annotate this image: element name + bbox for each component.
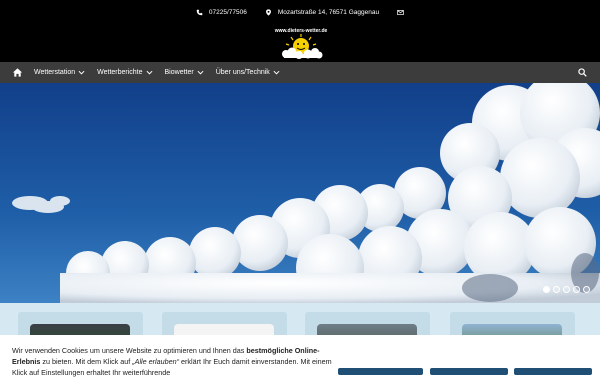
nav-item-label: Wetterstation	[34, 69, 76, 76]
slider-dot[interactable]	[553, 286, 560, 293]
chevron-down-icon	[273, 70, 280, 75]
slider-dot[interactable]	[583, 286, 590, 293]
nav-menu: Wetterstation Wetterberichte Biowetter Ü…	[34, 62, 280, 83]
hero-image-clouds	[0, 83, 600, 303]
phone-icon	[196, 9, 203, 16]
hero-slider[interactable]	[0, 83, 600, 303]
nav-item-wetterberichte[interactable]: Wetterberichte	[97, 69, 153, 76]
slider-pagination	[543, 286, 590, 293]
nav-item-ueber-uns[interactable]: Über uns/Technik	[216, 69, 280, 76]
cookie-button[interactable]	[514, 368, 592, 375]
main-navigation: Wetterstation Wetterberichte Biowetter Ü…	[0, 62, 600, 83]
top-bar: 07225/77506 Mozartstraße 14, 76571 Gagge…	[0, 0, 600, 62]
cookie-banner: Wir verwenden Cookies um unsere Website …	[0, 335, 600, 378]
home-icon[interactable]	[12, 67, 23, 78]
nav-item-wetterstation[interactable]: Wetterstation	[34, 69, 85, 76]
address[interactable]: Mozartstraße 14, 76571 Gaggenau	[278, 9, 379, 16]
chevron-down-icon	[197, 70, 204, 75]
cookie-text-italic: „Alle erlauben“	[132, 357, 180, 366]
nav-item-label: Wetterberichte	[97, 69, 143, 76]
site-logo[interactable]: www.dieters-wetter.de	[272, 28, 330, 60]
mail-icon[interactable]	[397, 9, 404, 16]
nav-item-label: Über uns/Technik	[215, 69, 270, 76]
chevron-down-icon	[78, 70, 85, 75]
cookie-button[interactable]	[430, 368, 508, 375]
chevron-down-icon	[146, 70, 153, 75]
slider-dot[interactable]	[543, 286, 550, 293]
contact-bar: 07225/77506 Mozartstraße 14, 76571 Gagge…	[0, 9, 600, 16]
map-pin-icon	[265, 9, 272, 16]
nav-item-label: Biowetter	[164, 69, 194, 76]
cookie-button[interactable]	[338, 368, 423, 375]
cookie-text: Wir verwenden Cookies um unsere Website …	[12, 345, 342, 378]
nav-item-biowetter[interactable]: Biowetter	[165, 69, 204, 76]
search-icon[interactable]	[578, 68, 587, 77]
cookie-text-part: zu bieten. Mit dem Klick auf	[40, 357, 133, 366]
slider-dot[interactable]	[573, 286, 580, 293]
cookie-text-part: Wir verwenden Cookies um unsere Website …	[12, 346, 247, 355]
slider-dot[interactable]	[563, 286, 570, 293]
phone-number[interactable]: 07225/77506	[209, 9, 247, 16]
sun-cloud-logo-icon	[282, 34, 323, 59]
